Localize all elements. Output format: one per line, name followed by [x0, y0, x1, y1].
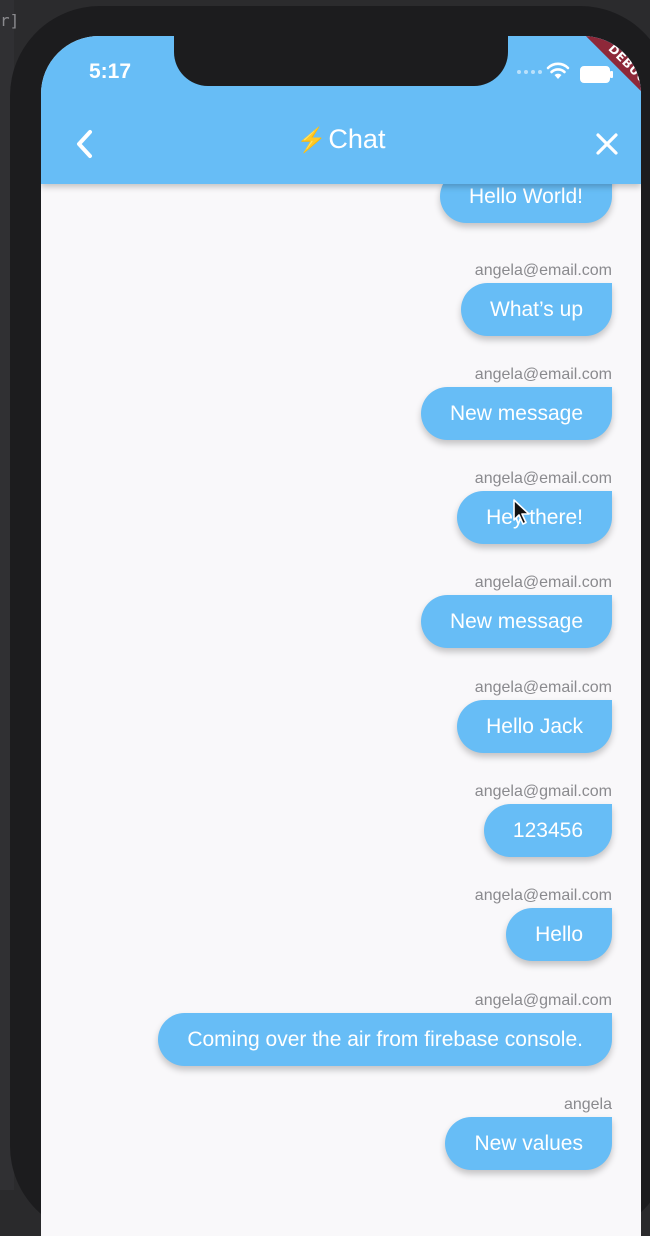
page-title: ⚡Chat	[41, 124, 641, 155]
message-sender: angela@gmail.com	[474, 992, 612, 1009]
message-item: angela@email.com New message	[420, 366, 612, 440]
lightning-icon: ⚡	[296, 127, 327, 154]
message-item: angela@email.com Hello	[475, 887, 612, 961]
message-sender: angela@email.com	[474, 679, 612, 696]
battery-icon	[580, 66, 613, 83]
message-bubble[interactable]: New values	[445, 1117, 612, 1170]
message-sender: angela@email.com	[474, 366, 612, 383]
message-bubble[interactable]: What’s up	[461, 283, 612, 336]
phone-notch	[174, 36, 508, 86]
message-sender: angela@email.com	[474, 262, 612, 279]
desktop-corner-text: r]	[0, 11, 20, 30]
message-bubble[interactable]: 123456	[483, 804, 612, 857]
message-bubble[interactable]: New message	[420, 595, 612, 648]
wifi-icon	[546, 62, 570, 84]
phone-frame: Hello World! angela@email.com What’s up …	[10, 6, 650, 1236]
message-sender: angela@gmail.com	[474, 783, 612, 800]
message-sender: angela@email.com	[474, 887, 612, 904]
message-sender: angela@email.com	[474, 470, 612, 487]
message-list[interactable]: Hello World! angela@email.com What’s up …	[41, 36, 641, 1236]
message-item: angela@email.com Hey there!	[457, 470, 612, 544]
close-button[interactable]	[589, 126, 625, 162]
message-bubble[interactable]: Hello Jack	[457, 700, 612, 753]
page-title-text: Chat	[328, 124, 386, 154]
close-icon	[596, 133, 618, 155]
message-item: angela New values	[445, 1096, 612, 1170]
status-time: 5:17	[89, 60, 132, 83]
message-bubble[interactable]: Hello	[506, 908, 612, 961]
message-bubble[interactable]: New message	[420, 387, 612, 440]
phone-screen: Hello World! angela@email.com What’s up …	[41, 36, 641, 1236]
message-item: angela@gmail.com 123456	[475, 783, 612, 857]
message-item: angela@email.com What’s up	[461, 262, 612, 336]
message-item: angela@gmail.com Coming over the air fro…	[158, 992, 612, 1066]
mouse-cursor-icon	[512, 498, 532, 532]
cellular-signal-icon	[517, 70, 542, 74]
message-bubble[interactable]: Hey there!	[457, 491, 612, 544]
message-item: angela@email.com Hello Jack	[457, 679, 612, 753]
message-item: angela@email.com New message	[420, 574, 612, 648]
message-bubble[interactable]: Coming over the air from firebase consol…	[158, 1013, 612, 1066]
message-sender: angela	[563, 1096, 612, 1113]
message-sender: angela@email.com	[474, 574, 612, 591]
